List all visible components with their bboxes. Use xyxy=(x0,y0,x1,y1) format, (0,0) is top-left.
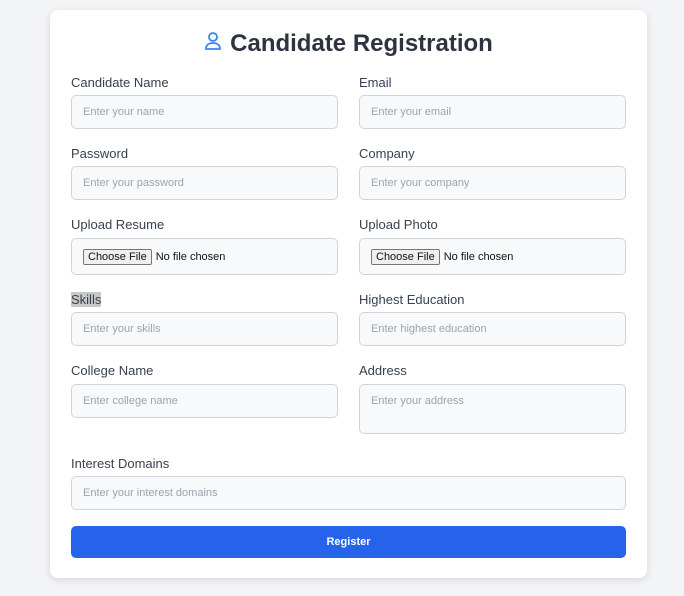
photo-file-status: No file chosen xyxy=(443,250,514,263)
company-input[interactable]: Enter your company xyxy=(359,166,626,200)
skills-input[interactable]: Enter your skills xyxy=(71,312,338,346)
resume-file-status: No file chosen xyxy=(155,250,226,263)
resume-file-input[interactable]: Choose File No file chosen xyxy=(71,238,338,275)
skills-label: Skills xyxy=(71,292,102,307)
resume-label: Upload Resume xyxy=(71,217,165,232)
photo-file-input[interactable]: Choose File No file chosen xyxy=(359,238,626,275)
photo-label: Upload Photo xyxy=(359,217,438,232)
resume-choose-file-button[interactable]: Choose File xyxy=(83,248,152,265)
title-text: Candidate Registration xyxy=(230,30,493,57)
email-input[interactable]: Enter your email xyxy=(359,95,626,129)
interests-input[interactable]: Enter your interest domains xyxy=(71,476,626,510)
education-input[interactable]: Enter highest education xyxy=(359,312,626,346)
user-icon xyxy=(204,30,222,58)
name-input[interactable]: Enter your name xyxy=(71,95,338,129)
photo-choose-file-button[interactable]: Choose File xyxy=(371,248,440,265)
college-input[interactable]: Enter college name xyxy=(71,384,338,418)
company-label: Company xyxy=(359,146,415,161)
email-label: Email xyxy=(359,75,392,90)
name-label: Candidate Name xyxy=(71,75,169,90)
register-button[interactable]: Register xyxy=(71,526,626,558)
college-label: College Name xyxy=(71,363,154,378)
address-textarea[interactable]: Enter your address xyxy=(359,384,626,434)
education-label: Highest Education xyxy=(359,292,465,307)
address-label: Address xyxy=(359,363,407,378)
page-title: Candidate Registration xyxy=(50,30,647,58)
password-input[interactable]: Enter your password xyxy=(71,166,338,200)
password-label: Password xyxy=(71,146,129,161)
registration-card: Candidate Registration Candidate Name En… xyxy=(50,10,647,578)
interests-label: Interest Domains xyxy=(71,456,170,471)
